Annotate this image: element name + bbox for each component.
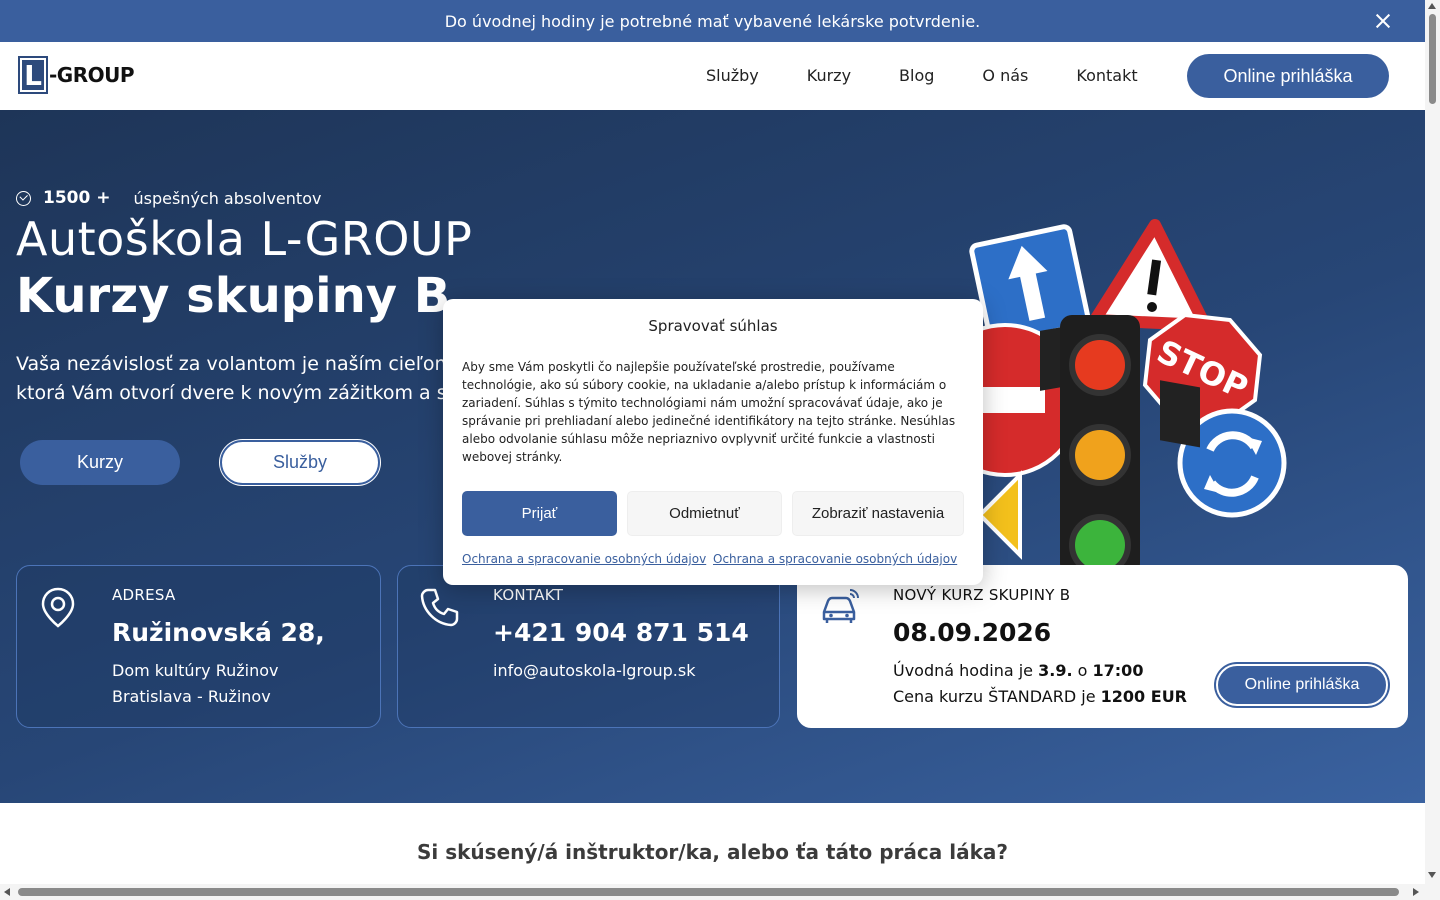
car-icon [822, 589, 859, 623]
announcement-bar: Do úvodnej hodiny je potrebné mať vybave… [0, 0, 1425, 42]
contact-label: KONTAKT [493, 586, 564, 604]
hero-description-line-2: ktorá Vám otvorí dvere k novým zážitkom … [16, 382, 456, 404]
scroll-right-icon[interactable] [1413, 888, 1419, 896]
vertical-scrollbar[interactable] [1425, 0, 1440, 900]
deny-button[interactable]: Odmietnuť [627, 491, 782, 536]
logo-letter: L [18, 56, 48, 94]
cookie-consent-dialog: Spravovať súhlas Aby sme Vám poskytli čo… [443, 299, 983, 585]
nav-link-kontakt[interactable]: Kontakt [1076, 66, 1137, 85]
address-label: ADRESA [112, 586, 176, 604]
course-application-button[interactable]: Online prihláška [1216, 664, 1388, 706]
hero-description-line-1: Vaša nezávislosť za volantom je naším ci… [16, 353, 456, 375]
courses-button[interactable]: Kurzy [20, 440, 180, 485]
nav-link-o-nas[interactable]: O nás [982, 66, 1028, 85]
address-street: Ružinovská 28, [112, 618, 325, 647]
instructor-section-title: Si skúsený/á inštruktor/ka, alebo ťa tát… [417, 840, 1008, 864]
nav-link-blog[interactable]: Blog [899, 66, 934, 85]
logo-text: -GROUP [49, 63, 135, 87]
new-course-card: NOVÝ KURZ SKUPINY B 08.09.2026 Úvodná ho… [797, 565, 1408, 728]
contact-card: KONTAKT +421 904 871 514 info@autoskola-… [397, 565, 780, 728]
horizontal-scrollbar[interactable] [0, 884, 1425, 900]
accept-button[interactable]: Prijať [462, 491, 617, 536]
horizontal-scroll-thumb[interactable] [18, 888, 1399, 896]
traffic-signs-illustration: STOP [960, 219, 1287, 565]
site-logo[interactable]: L -GROUP [18, 56, 135, 94]
main-nav: Služby Kurzy Blog O nás Kontakt [706, 66, 1138, 85]
show-settings-button[interactable]: Zobraziť nastavenia [792, 491, 964, 536]
site-header: L -GROUP Služby Kurzy Blog O nás Kontakt… [0, 42, 1425, 110]
address-city: Bratislava - Ružinov [112, 687, 271, 706]
hero-subtitle: Kurzy skupiny B [16, 268, 451, 324]
vertical-scroll-thumb[interactable] [1429, 14, 1436, 104]
privacy-policy-link-2[interactable]: Ochrana a spracovanie osobných údajov [713, 552, 957, 566]
close-icon[interactable] [1373, 11, 1393, 31]
nav-link-sluzby[interactable]: Služby [706, 66, 759, 85]
online-application-button[interactable]: Online prihláška [1187, 54, 1389, 98]
services-button[interactable]: Služby [220, 440, 380, 485]
course-price: 1200 EUR [1100, 687, 1187, 706]
yellow-sign-icon [977, 470, 1022, 560]
intro-lesson-time: 17:00 [1092, 661, 1144, 680]
intro-lesson-mid: o [1077, 661, 1088, 680]
new-course-label: NOVÝ KURZ SKUPINY B [893, 586, 1071, 604]
course-price-prefix: Cena kurzu ŠTANDARD je [893, 687, 1096, 706]
intro-lesson-date: 3.9. [1038, 661, 1073, 680]
scroll-down-icon[interactable] [1428, 872, 1436, 878]
privacy-policy-link[interactable]: Ochrana a spracovanie osobných údajov [462, 552, 706, 566]
graduates-badge: 1500 + úspešných absolventov [16, 188, 321, 208]
location-pin-icon [41, 587, 75, 628]
address-card: ADRESA Ružinovská 28, Dom kultúry Ružino… [16, 565, 381, 728]
scroll-up-icon[interactable] [1428, 3, 1436, 9]
contact-email[interactable]: info@autoskola-lgroup.sk [493, 661, 695, 680]
phone-icon [420, 588, 459, 627]
intro-lesson-info: Úvodná hodina je 3.9. o 17:00 [893, 661, 1143, 680]
hero-title: Autoškola L-GROUP [16, 212, 473, 266]
nav-link-kurzy[interactable]: Kurzy [807, 66, 851, 85]
hero-description: Vaša nezávislosť za volantom je naším ci… [16, 350, 456, 408]
contact-phone[interactable]: +421 904 871 514 [493, 618, 749, 647]
consent-text: Aby sme Vám poskytli čo najlepšie použív… [462, 360, 956, 464]
announcement-text: Do úvodnej hodiny je potrebné mať vybave… [444, 11, 981, 31]
address-building: Dom kultúry Ružinov [112, 661, 279, 680]
graduates-count: 1500 + [43, 188, 111, 208]
course-price-info: Cena kurzu ŠTANDARD je 1200 EUR [893, 687, 1187, 706]
scroll-left-icon[interactable] [4, 888, 10, 896]
warning-sign-icon [1089, 219, 1211, 331]
consent-title: Spravovať súhlas [648, 317, 778, 335]
check-circle-icon [16, 190, 31, 206]
intro-lesson-prefix: Úvodná hodina je [893, 661, 1034, 680]
graduates-label: úspešných absolventov [133, 188, 322, 208]
new-course-date: 08.09.2026 [893, 618, 1052, 647]
